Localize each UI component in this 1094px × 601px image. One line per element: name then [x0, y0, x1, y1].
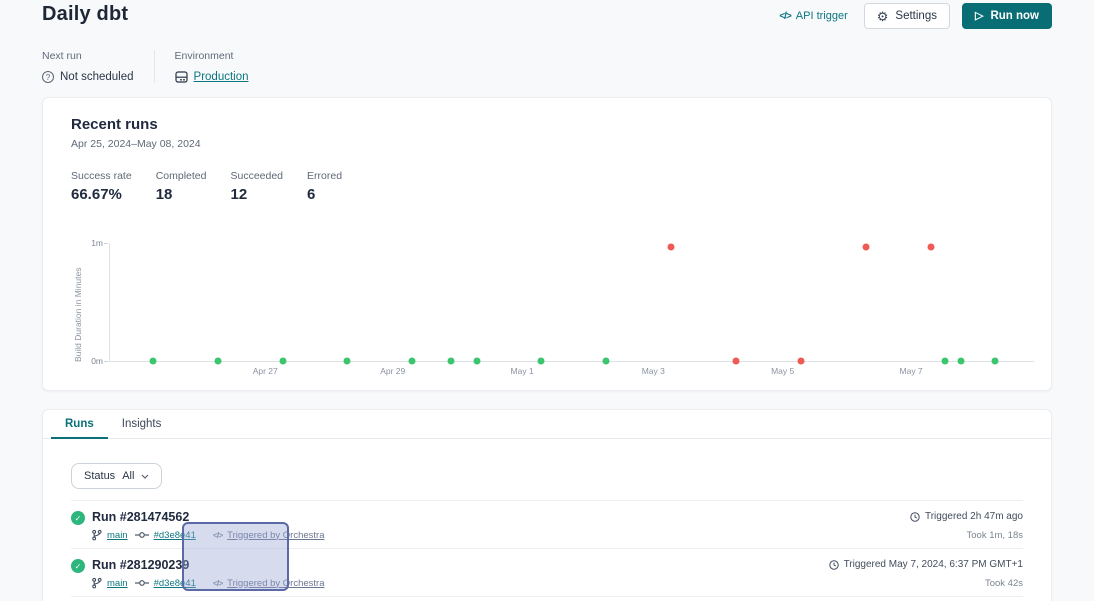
status-filter-label: Status — [84, 470, 115, 482]
help-icon: ? — [42, 71, 54, 83]
commit-link[interactable]: #d3e8e41 — [154, 578, 196, 589]
chart-point-success[interactable] — [215, 358, 222, 365]
code-icon: </> — [213, 530, 222, 540]
next-run-label: Next run — [42, 50, 134, 62]
code-icon: </> — [213, 578, 222, 588]
play-icon: ▷ — [975, 11, 983, 22]
status-filter-dropdown[interactable]: Status All — [71, 463, 162, 489]
run-now-label: Run now — [990, 10, 1039, 22]
settings-button[interactable]: ⚙ Settings — [864, 3, 950, 29]
environment-link[interactable]: Production — [194, 71, 249, 83]
runs-list: ✓ Run #281474562 main — [71, 500, 1023, 597]
stat-succeeded: Succeeded 12 — [230, 170, 283, 203]
duration-text: Took 1m, 18s — [910, 530, 1023, 541]
clock-icon — [910, 512, 920, 522]
run-title[interactable]: Run #281474562 — [92, 509, 331, 525]
trigger-badge-link[interactable]: Triggered by Orchestra — [227, 578, 324, 589]
tab-runs[interactable]: Runs — [51, 410, 108, 439]
chart-x-tick: May 5 — [771, 366, 794, 376]
runs-card: Runs Insights Status All ✓ Run #28147456… — [42, 409, 1052, 601]
tab-insights[interactable]: Insights — [108, 410, 176, 439]
chart-x-tick: May 7 — [900, 366, 923, 376]
success-check-icon: ✓ — [71, 559, 85, 573]
run-row[interactable]: ✓ Run #281474562 main — [71, 501, 1023, 549]
stat-completed: Completed 18 — [156, 170, 207, 203]
vertical-divider — [154, 50, 155, 83]
chart-point-success[interactable] — [473, 358, 480, 365]
commit-icon — [135, 531, 149, 539]
trigger-badge[interactable]: </> Triggered by Orchestra — [207, 528, 331, 543]
runs-content: Status All ✓ Run #281474562 — [43, 439, 1051, 597]
job-meta-row: Next run ? Not scheduled Environment Pro… — [42, 50, 1052, 83]
chart-point-error[interactable] — [732, 358, 739, 365]
triggered-text: Triggered May 7, 2024, 6:37 PM GMT+1 — [844, 557, 1023, 573]
chart-y-tick-1m: 1m — [91, 238, 110, 248]
branch-link[interactable]: main — [107, 530, 128, 541]
chart-point-success[interactable] — [603, 358, 610, 365]
success-check-icon: ✓ — [71, 511, 85, 525]
recent-runs-card: Recent runs Apr 25, 2024–May 08, 2024 Su… — [42, 97, 1052, 391]
header-actions: </> API trigger ⚙ Settings ▷ Run now — [779, 3, 1052, 29]
stat-success-rate: Success rate 66.67% — [71, 170, 132, 203]
chart-point-error[interactable] — [667, 243, 674, 250]
chart-point-success[interactable] — [537, 358, 544, 365]
environment-icon — [175, 71, 188, 83]
chart-x-tick: Apr 29 — [380, 366, 405, 376]
chart-x-tick: Apr 27 — [253, 366, 278, 376]
chart-point-success[interactable] — [409, 358, 416, 365]
chart-y-tick-0m: 0m — [91, 356, 110, 366]
trigger-badge-link[interactable]: Triggered by Orchestra — [227, 530, 324, 541]
api-trigger-label: API trigger — [796, 10, 848, 22]
commit-link[interactable]: #d3e8e41 — [154, 530, 196, 541]
chart-x-ticks: Apr 27 Apr 29 May 1 May 3 May 5 May 7 — [110, 361, 1034, 377]
chart-point-success[interactable] — [958, 358, 965, 365]
chart-point-error[interactable] — [862, 243, 869, 250]
git-branch-icon — [91, 529, 102, 541]
chart-y-axis-label: Build Duration in Minutes — [73, 243, 83, 362]
chart-point-success[interactable] — [279, 358, 286, 365]
run-title[interactable]: Run #281290239 — [92, 557, 331, 573]
chart-x-tick: May 3 — [642, 366, 665, 376]
chevron-down-icon — [141, 474, 149, 479]
run-now-button[interactable]: ▷ Run now — [962, 3, 1052, 29]
page-header: Daily dbt </> API trigger ⚙ Settings ▷ R… — [42, 0, 1052, 29]
chart-point-success[interactable] — [942, 358, 949, 365]
job-page: Daily dbt </> API trigger ⚙ Settings ▷ R… — [0, 0, 1094, 601]
chart-point-success[interactable] — [344, 358, 351, 365]
git-branch-icon — [91, 577, 102, 589]
commit-icon — [135, 579, 149, 587]
chart-point-error[interactable] — [798, 358, 805, 365]
trigger-badge[interactable]: </> Triggered by Orchestra — [207, 576, 331, 591]
chart-x-tick: May 1 — [511, 366, 534, 376]
chart-point-success[interactable] — [992, 358, 999, 365]
chart-point-success[interactable] — [149, 358, 156, 365]
gear-icon: ⚙ — [877, 10, 889, 23]
branch-link[interactable]: main — [107, 578, 128, 589]
duration-text: Took 42s — [829, 578, 1023, 589]
next-run-value: Not scheduled — [60, 71, 134, 83]
environment-section: Environment Production — [175, 50, 249, 83]
environment-label: Environment — [175, 50, 249, 62]
settings-label: Settings — [895, 10, 937, 22]
tab-bar: Runs Insights — [43, 410, 1051, 439]
page-title: Daily dbt — [42, 3, 128, 26]
stats-row: Success rate 66.67% Completed 18 Succeed… — [71, 170, 1023, 203]
status-filter-value: All — [122, 470, 134, 482]
next-run-section: Next run ? Not scheduled — [42, 50, 134, 83]
triggered-text: Triggered 2h 47m ago — [925, 509, 1023, 525]
chart-plot: 1m 0m Apr 27Apr 29May 1May 3May 5May 7 — [109, 243, 1034, 362]
api-trigger-link[interactable]: </> API trigger — [779, 10, 847, 22]
recent-runs-title: Recent runs — [71, 116, 1023, 133]
run-row[interactable]: ✓ Run #281290239 main — [71, 549, 1023, 597]
date-range: Apr 25, 2024–May 08, 2024 — [71, 138, 1023, 150]
chart-point-success[interactable] — [447, 358, 454, 365]
code-icon: </> — [779, 11, 790, 22]
stat-errored: Errored 6 — [307, 170, 342, 203]
chart-point-error[interactable] — [927, 243, 934, 250]
clock-icon — [829, 560, 839, 570]
build-duration-chart: Build Duration in Minutes 1m 0m Apr 27Ap… — [109, 243, 1034, 362]
